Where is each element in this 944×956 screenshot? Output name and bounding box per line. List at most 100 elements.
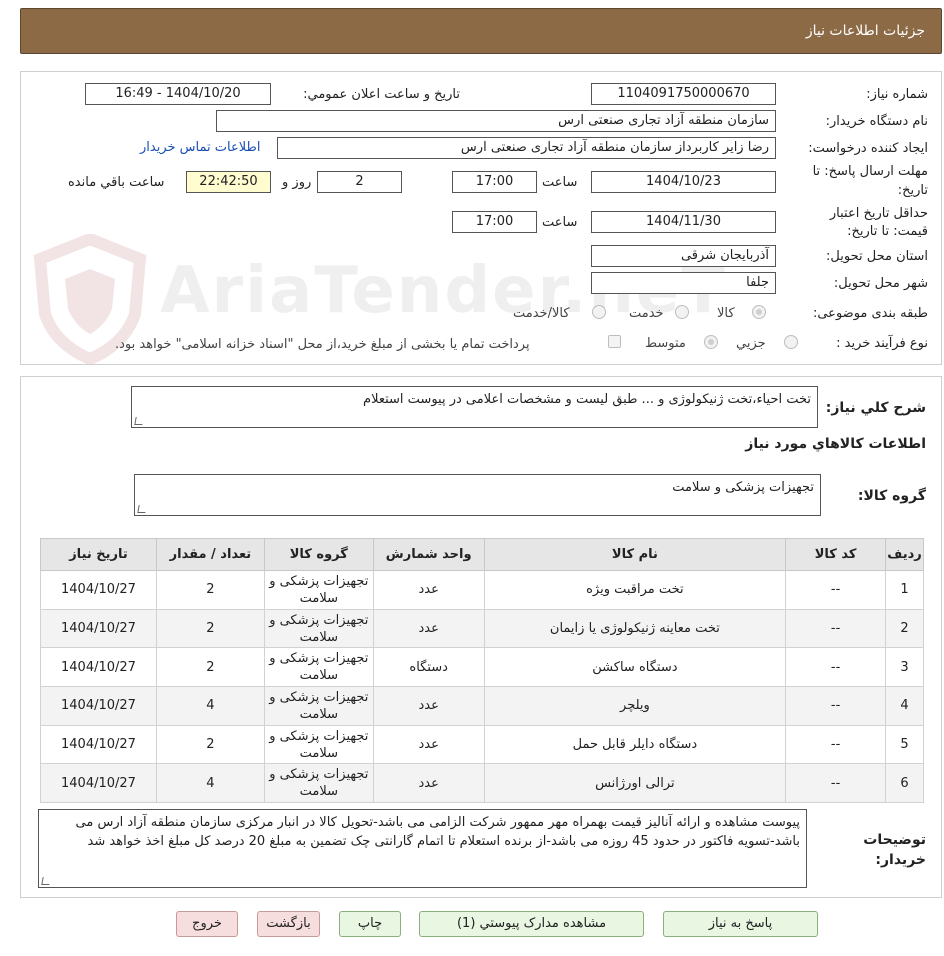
purchase-medium-radio[interactable] bbox=[704, 335, 718, 349]
treasury-note: پرداخت تمام يا بخشی از مبلغ خريد،از محل … bbox=[115, 337, 530, 352]
table-row: 4 -- ویلچر عدد تجهيزات پزشکی و سلامت 4 1404/10… bbox=[40, 686, 924, 726]
need-date-cell: 1404/10/27 bbox=[40, 724, 157, 765]
quantity-cell: 2 bbox=[155, 608, 265, 649]
validity-time-field[interactable]: 17:00 bbox=[452, 211, 537, 233]
city-field[interactable]: جلفا bbox=[591, 272, 776, 294]
quantity-cell: 2 bbox=[155, 724, 265, 765]
back-button[interactable]: بازگشت bbox=[257, 911, 320, 937]
province-label: استان محل تحويل: bbox=[826, 249, 928, 264]
table-header-row: رديف کد کالا نام کالا واحد شمارش گروه کا… bbox=[40, 538, 924, 571]
resize-handle-icon[interactable] bbox=[134, 417, 144, 425]
goods-name-cell: دستگاه دایلر قابل حمل bbox=[483, 724, 787, 765]
goods-group-cell: تجهيزات پزشکی و سلامت bbox=[263, 724, 374, 765]
goods-name-cell: تخت معاینه ژنیکولوژی یا زایمان bbox=[483, 608, 787, 649]
days-remaining-field[interactable]: 2 bbox=[317, 171, 402, 193]
goods-group-cell: تجهيزات پزشکی و سلامت bbox=[263, 686, 374, 726]
col-goods-name: نام کالا bbox=[483, 538, 787, 571]
buyer-org-field[interactable]: سازمان منطقه آزاد تجاری صنعتی ارس bbox=[216, 110, 776, 132]
category-goods-radio[interactable] bbox=[752, 305, 766, 319]
validity-label-2: قيمت: تا تاريخ: bbox=[847, 224, 928, 239]
resize-handle-icon[interactable] bbox=[41, 877, 51, 885]
goods-name-cell: تخت مراقبت ویژه bbox=[483, 570, 787, 610]
goods-group-cell: تجهيزات پزشکی و سلامت bbox=[263, 570, 374, 610]
goods-name-cell: ترالی اورژانس bbox=[483, 763, 787, 804]
purchase-medium-label: متوسط bbox=[645, 336, 686, 351]
page-title: جزئيات اطلاعات نياز bbox=[805, 23, 925, 39]
reply-time-field[interactable]: 17:00 bbox=[452, 171, 537, 193]
print-button[interactable]: چاپ bbox=[339, 911, 401, 937]
category-service-label: خدمت bbox=[629, 306, 664, 321]
buyer-org-label: نام دستگاه خريدار: bbox=[825, 114, 928, 129]
requester-label: ايجاد کننده درخواست: bbox=[808, 141, 928, 156]
row-number-cell: 2 bbox=[885, 608, 924, 649]
province-field[interactable]: آذربايجان شرقی bbox=[591, 245, 776, 267]
validity-time-label: ساعت bbox=[542, 215, 578, 230]
goods-code-cell: -- bbox=[785, 686, 887, 726]
quantity-cell: 4 bbox=[155, 763, 265, 804]
purchase-minor-radio[interactable] bbox=[784, 335, 798, 349]
unit-cell: عدد bbox=[372, 686, 485, 726]
reply-time-label: ساعت bbox=[542, 175, 578, 190]
reply-deadline-label: مهلت ارسال پاسخ: تا bbox=[812, 164, 928, 179]
reply-deadline-label-2: تاريخ: bbox=[897, 183, 928, 198]
view-attachments-button[interactable]: مشاهده مدارک پيوستي (1) bbox=[419, 911, 644, 937]
need-date-cell: 1404/10/27 bbox=[40, 647, 157, 688]
goods-code-cell: -- bbox=[785, 763, 887, 804]
goods-group-label: گروه کالا: bbox=[857, 488, 926, 504]
purchase-type-label: نوع فرآيند خريد : bbox=[836, 336, 928, 351]
goods-code-cell: -- bbox=[785, 608, 887, 649]
quantity-cell: 2 bbox=[155, 647, 265, 688]
need-date-cell: 1404/10/27 bbox=[40, 570, 157, 610]
row-number-cell: 3 bbox=[885, 647, 924, 688]
announce-date-label: تاريخ و ساعت اعلان عمومي: bbox=[303, 87, 460, 102]
unit-cell: عدد bbox=[372, 570, 485, 610]
row-number-cell: 6 bbox=[885, 763, 924, 804]
col-row-number: رديف bbox=[885, 538, 924, 571]
requester-field[interactable]: رضا زاير کاربرداز سازمان منطقه آزاد تجار… bbox=[277, 137, 776, 159]
exit-button[interactable]: خروج bbox=[176, 911, 238, 937]
remaining-time-field[interactable]: 22:42:50 bbox=[186, 171, 271, 193]
validity-date-field[interactable]: 1404/11/30 bbox=[591, 211, 776, 233]
goods-group-text: تجهيزات پزشکی و سلامت bbox=[672, 480, 814, 495]
buyer-notes-text: پيوست مشاهده و ارائه آناليز قيمت بهمراه … bbox=[75, 815, 800, 849]
reply-button[interactable]: پاسخ به نياز bbox=[663, 911, 818, 937]
row-number-cell: 1 bbox=[885, 570, 924, 610]
unit-cell: دستگاه bbox=[372, 647, 485, 688]
summary-label: شرح کلي نياز: bbox=[825, 400, 926, 416]
need-date-cell: 1404/10/27 bbox=[40, 686, 157, 726]
treasury-checkbox[interactable] bbox=[608, 335, 621, 348]
category-label: طبقه بندی موضوعی: bbox=[812, 306, 928, 321]
buyer-notes-label: توضيحات bbox=[863, 832, 926, 848]
unit-cell: عدد bbox=[372, 724, 485, 765]
buyer-notes-label-2: خريدار: bbox=[875, 852, 926, 868]
quantity-cell: 2 bbox=[155, 570, 265, 610]
need-number-label: شماره نياز: bbox=[866, 87, 928, 102]
goods-group-cell: تجهيزات پزشکی و سلامت bbox=[263, 608, 374, 649]
remaining-time-label: ساعت باقي مانده bbox=[68, 175, 165, 190]
row-number-cell: 4 bbox=[885, 686, 924, 726]
col-unit: واحد شمارش bbox=[372, 538, 485, 571]
purchase-minor-label: جزيي bbox=[736, 336, 766, 351]
table-row: 2 -- تخت معاینه ژنیکولوژی یا زایمان عدد تجهي… bbox=[40, 608, 924, 649]
city-label: شهر محل تحويل: bbox=[833, 276, 928, 291]
category-service-radio[interactable] bbox=[675, 305, 689, 319]
goods-group-textarea[interactable]: تجهيزات پزشکی و سلامت bbox=[134, 474, 821, 516]
buyer-contact-link[interactable]: اطلاعات تماس خريدار bbox=[140, 140, 260, 155]
goods-table: رديف کد کالا نام کالا واحد شمارش گروه کا… bbox=[40, 538, 924, 804]
table-row: 1 -- تخت مراقبت ویژه عدد تجهيزات پزشکی و سلا… bbox=[40, 570, 924, 610]
category-goods-service-radio[interactable] bbox=[592, 305, 606, 319]
goods-section-title: اطلاعات کالاهاي مورد نياز bbox=[745, 436, 926, 452]
goods-name-cell: دستگاه ساکشن bbox=[483, 647, 787, 688]
goods-name-cell: ویلچر bbox=[483, 686, 787, 726]
quantity-cell: 4 bbox=[155, 686, 265, 726]
need-number-field[interactable]: 1104091750000670 bbox=[591, 83, 776, 105]
summary-text: تخت احياء،تخت ژنیکولوژی و ... طبق لیست و… bbox=[363, 392, 811, 407]
resize-handle-icon[interactable] bbox=[137, 505, 147, 513]
buyer-notes-textarea[interactable]: پيوست مشاهده و ارائه آناليز قيمت بهمراه … bbox=[38, 809, 807, 888]
announce-date-field[interactable]: 1404/10/20 - 16:49 bbox=[85, 83, 271, 105]
col-goods-group: گروه کالا bbox=[263, 538, 374, 571]
reply-date-field[interactable]: 1404/10/23 bbox=[591, 171, 776, 193]
summary-textarea[interactable]: تخت احياء،تخت ژنیکولوژی و ... طبق لیست و… bbox=[131, 386, 818, 428]
col-quantity: تعداد / مقدار bbox=[155, 538, 265, 571]
goods-group-cell: تجهيزات پزشکی و سلامت bbox=[263, 763, 374, 804]
